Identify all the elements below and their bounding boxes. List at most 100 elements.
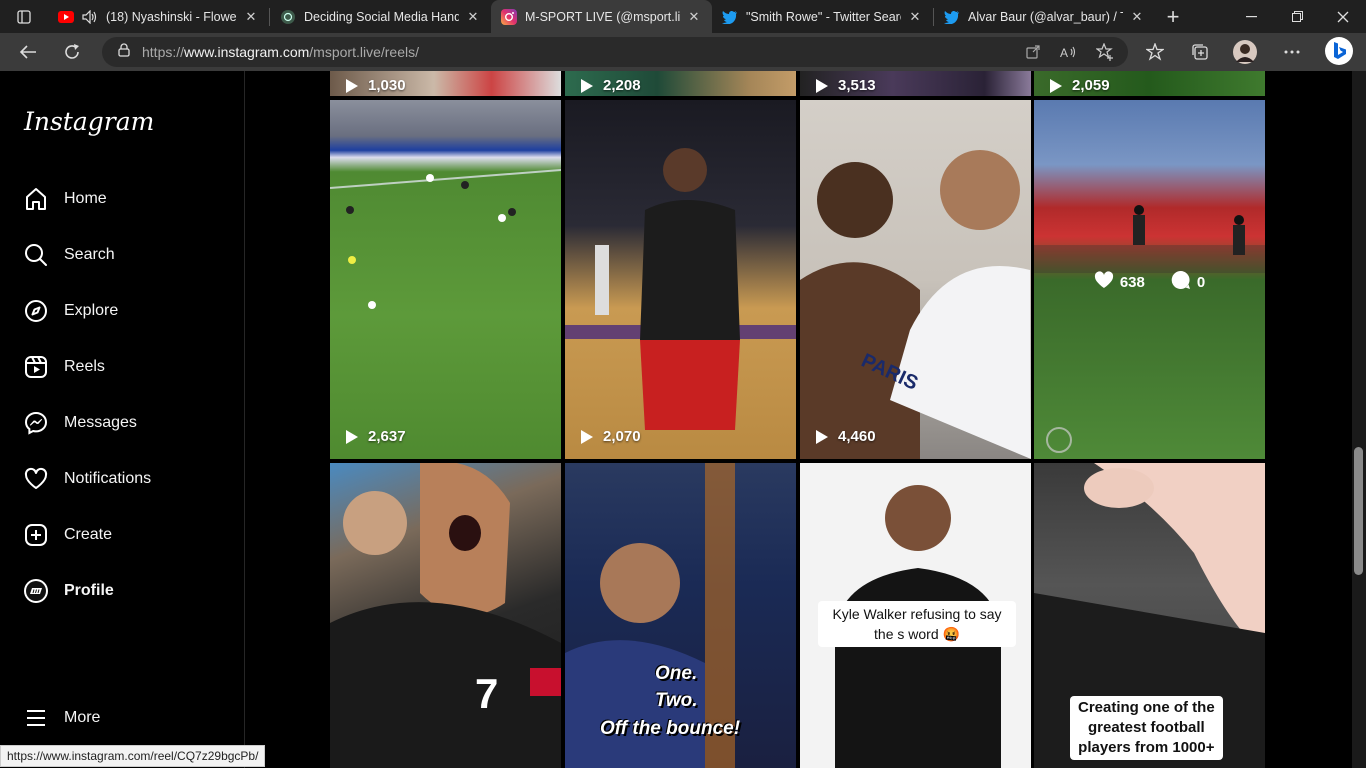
play-icon xyxy=(346,78,358,93)
tab-twitter-profile[interactable]: Alvar Baur (@alvar_baur) / Tw ✕ xyxy=(934,0,1155,33)
nav-search[interactable]: Search xyxy=(12,231,232,279)
collections-icon[interactable] xyxy=(1183,35,1217,69)
nav-create[interactable]: Create xyxy=(12,511,232,559)
status-link-preview: https://www.instagram.com/reel/CQ7z29bgc… xyxy=(0,745,266,767)
caption-line: greatest football xyxy=(1087,719,1205,736)
speaker-icon[interactable] xyxy=(82,9,98,25)
view-count: 4,460 xyxy=(816,428,876,445)
reel-thumbnail-cards[interactable]: Creating one of the greatest football pl… xyxy=(1034,463,1265,768)
instagram-icon xyxy=(501,8,517,25)
tab-chatgpt[interactable]: Deciding Social Media Handle ✕ xyxy=(270,0,491,33)
nav-label: Profile xyxy=(64,582,114,599)
nav-more[interactable]: More xyxy=(12,694,232,742)
players-hugging: PARIS xyxy=(800,150,1031,459)
reel-thumbnail[interactable]: 2,208 xyxy=(565,71,796,96)
profile-avatar[interactable] xyxy=(1228,35,1262,69)
compass-icon xyxy=(23,298,49,324)
messenger-icon xyxy=(23,410,49,436)
youtube-icon xyxy=(58,9,74,25)
like-count-icon xyxy=(1094,271,1114,293)
view-count-text: 1,030 xyxy=(368,77,406,94)
reel-thumbnail-stadium[interactable]: 638 0 xyxy=(1034,100,1265,459)
nav-label: Reels xyxy=(64,358,105,375)
nav-explore[interactable]: Explore xyxy=(12,287,232,335)
reel-stats-overlay: 638 0 xyxy=(1034,270,1265,294)
svg-text:A: A xyxy=(1060,46,1068,59)
view-count-text: 4,460 xyxy=(838,428,876,445)
reel-thumbnail-football-match[interactable]: 2,637 xyxy=(330,100,561,459)
reel-caption: Kyle Walker refusing to say the s word 🤬 xyxy=(818,601,1016,647)
view-count: 2,059 xyxy=(1050,77,1110,94)
more-options-icon[interactable] xyxy=(1275,35,1309,69)
reel-thumbnail[interactable]: 2,059 xyxy=(1034,71,1265,96)
url-text[interactable]: https://www.instagram.com/msport.live/re… xyxy=(142,44,419,60)
bing-icon[interactable] xyxy=(1322,34,1356,68)
reel-thumbnail[interactable]: 1,030 xyxy=(330,71,561,96)
play-icon xyxy=(346,429,358,444)
restore-icon[interactable] xyxy=(1274,0,1320,33)
view-count: 3,513 xyxy=(816,77,876,94)
back-icon[interactable] xyxy=(8,35,48,69)
close-tab-icon[interactable]: ✕ xyxy=(686,9,702,25)
chatgpt-icon xyxy=(280,9,296,25)
play-icon xyxy=(1050,78,1062,93)
add-favorite-icon[interactable] xyxy=(1088,37,1122,67)
minimize-icon[interactable] xyxy=(1228,0,1274,33)
tab-twitter-search[interactable]: "Smith Rowe" - Twitter Search ✕ xyxy=(712,0,933,33)
tab-actions-icon[interactable] xyxy=(0,0,48,33)
close-tab-icon[interactable]: ✕ xyxy=(907,9,923,25)
overlay-caption: Creating one of the greatest football pl… xyxy=(1070,696,1223,760)
caption-line: players from 1000+ xyxy=(1078,739,1215,756)
nav-notifications[interactable]: Notifications xyxy=(12,455,232,503)
open-in-app-icon[interactable] xyxy=(1016,37,1050,67)
reel-thumbnail-curry[interactable]: One. Two. Off the bounce! xyxy=(565,463,796,768)
url-prefix: https:// xyxy=(142,44,185,60)
close-tab-icon[interactable]: ✕ xyxy=(243,9,259,25)
tab-youtube[interactable]: (18) Nyashinski - Flowers ✕ xyxy=(48,0,269,33)
nav-home[interactable]: Home xyxy=(12,175,232,223)
nav-label: Explore xyxy=(64,302,119,319)
close-window-icon[interactable] xyxy=(1320,0,1366,33)
reels-grid: 1,030 2,208 3,513 2,059 2,637 2,070 PARI… xyxy=(245,71,1352,768)
close-tab-icon[interactable]: ✕ xyxy=(465,9,481,25)
refresh-icon[interactable] xyxy=(52,35,92,69)
profile-avatar-icon xyxy=(23,578,49,604)
new-tab-icon[interactable]: + xyxy=(1155,0,1191,33)
url-bar[interactable]: https://www.instagram.com/msport.live/re… xyxy=(102,37,1128,67)
view-count-text: 2,637 xyxy=(368,428,406,445)
comment-count-icon xyxy=(1171,270,1191,294)
favorites-icon[interactable] xyxy=(1138,35,1172,69)
tab-title: Deciding Social Media Handle xyxy=(304,9,459,24)
url-path: /msport.live/reels/ xyxy=(309,44,419,60)
tab-title: "Smith Rowe" - Twitter Search xyxy=(746,9,901,24)
reel-thumbnail-austria-player[interactable]: 7 xyxy=(330,463,561,768)
play-icon xyxy=(816,78,828,93)
tab-instagram[interactable]: M-SPORT LIVE (@msport.live) ✕ xyxy=(491,0,712,33)
nav-messages[interactable]: Messages xyxy=(12,399,232,447)
scrollbar-thumb[interactable] xyxy=(1354,447,1363,575)
instagram-logo[interactable]: Instagram xyxy=(24,107,154,136)
svg-text:7: 7 xyxy=(475,670,498,717)
lock-icon xyxy=(118,42,130,62)
view-count: 2,637 xyxy=(346,428,406,445)
page-scrollbar[interactable] xyxy=(1352,71,1366,768)
url-domain: www.instagram.com xyxy=(184,44,310,60)
nav-label: Create xyxy=(64,526,113,543)
read-aloud-icon[interactable]: A xyxy=(1052,37,1086,67)
nav-label: Home xyxy=(64,190,107,207)
close-tab-icon[interactable]: ✕ xyxy=(1129,9,1145,25)
reel-thumbnail[interactable]: 3,513 xyxy=(800,71,1031,96)
overlay-line-2: Two. xyxy=(655,690,698,711)
reel-thumbnail-psg-players[interactable]: PARIS 4,460 xyxy=(800,100,1031,459)
nav-profile[interactable]: Profile xyxy=(12,567,232,615)
overlay-line-1: One. xyxy=(655,663,698,684)
reel-thumbnail-kyle-walker[interactable]: Kyle Walker refusing to say the s word 🤬 xyxy=(800,463,1031,768)
instagram-sidebar: Instagram Home Search Explore Reels Mess… xyxy=(0,71,245,768)
play-icon xyxy=(581,78,593,93)
nav-reels[interactable]: Reels xyxy=(12,343,232,391)
reels-icon xyxy=(23,354,49,380)
menu-icon xyxy=(23,705,49,731)
reel-thumbnail-basketball[interactable]: 2,070 xyxy=(565,100,796,459)
caption-line: Creating one of the xyxy=(1078,699,1215,716)
tab-title: M-SPORT LIVE (@msport.live) xyxy=(525,9,680,24)
